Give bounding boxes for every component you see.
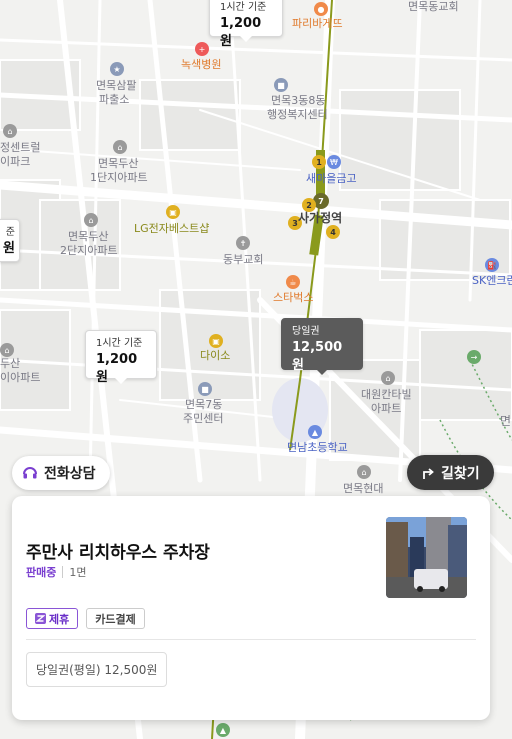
map-label: 2단지아파트 [60, 244, 118, 257]
apartment-poi-icon[interactable]: ⌂ [0, 343, 14, 357]
directions-label: 길찾기 [441, 465, 480, 482]
divider [62, 566, 64, 578]
map-label: 면목7동 [185, 398, 223, 411]
apartment-poi-icon[interactable]: ⌂ [3, 124, 17, 138]
pin-duration: 당일권 [292, 326, 320, 337]
apartment-poi-icon[interactable]: ⌂ [357, 465, 371, 479]
church-poi-icon[interactable]: ✝ [236, 236, 250, 250]
space-count: 1면 [69, 566, 87, 579]
apartment-poi-icon[interactable]: ⌂ [113, 140, 127, 154]
subway-line-badge: 4 [326, 225, 340, 239]
price-option[interactable]: 당일권(평일) 12,500원 [26, 652, 168, 687]
headset-icon [23, 467, 37, 479]
map-label: 면목동교회 [408, 0, 459, 13]
map-label: 면 [500, 414, 512, 428]
pin-duration: 1시간 기준 [96, 338, 143, 349]
price-pin[interactable]: 1시간 기준 1,200원 [85, 330, 157, 385]
mountain-poi-icon[interactable]: ▲ [216, 723, 230, 737]
gas-station-poi-icon[interactable]: ⛽ [485, 258, 499, 272]
map-label: 새마을금고 [306, 172, 357, 185]
map-label: 이파크 [0, 155, 31, 168]
police-poi-icon[interactable]: ★ [110, 62, 124, 76]
parking-lot-photo[interactable] [386, 517, 467, 598]
phone-consult-label: 전화상담 [44, 466, 96, 482]
map-label: LG전자베스트샵 [134, 222, 210, 235]
bank-poi-icon[interactable]: ₩ [327, 155, 341, 169]
map-label: 다이소 [200, 349, 231, 362]
card-divider [26, 639, 476, 640]
map-label: 파출소 [99, 93, 130, 106]
phone-consult-button[interactable]: 전화상담 [12, 456, 110, 490]
map-label: 면목삼팔 [96, 79, 137, 92]
hospital-poi-icon[interactable]: + [195, 42, 209, 56]
map-label: 파리바게뜨 [292, 17, 343, 30]
bakery-poi-icon[interactable]: ● [314, 2, 328, 16]
station-label: 사가정역 [298, 211, 343, 225]
map-label: 두산 [0, 357, 21, 370]
z-logo-icon [35, 613, 46, 624]
map-label: 정센트럴 [0, 141, 41, 154]
price-pin[interactable]: 준 원 [0, 219, 20, 262]
street-photo-image [386, 517, 467, 598]
parking-lot-card[interactable]: 주만사 리치하우스 주차장 판매중 1면 제휴 카드결제 당일권(평일) 12,… [12, 496, 490, 720]
pin-duration: 1시간 기준 [220, 2, 267, 13]
sale-status: 판매중 [26, 566, 57, 579]
pin-price: 원 [3, 241, 15, 256]
map-label: 1단지아파트 [90, 171, 148, 184]
pin-duration: 준 [5, 227, 15, 238]
cafe-poi-icon[interactable]: ☕ [286, 275, 300, 289]
map-label: 면남초등학교 [287, 441, 348, 454]
price-pin[interactable]: 1시간 기준 1,200원 [209, 0, 283, 49]
selected-price-pin[interactable]: 당일권 12,500원 [281, 318, 363, 375]
map-label: 면목두산 [68, 230, 109, 243]
office-poi-icon[interactable]: ■ [198, 382, 212, 396]
turn-right-arrow-icon [423, 467, 434, 479]
office-poi-icon[interactable]: ■ [274, 78, 288, 92]
map-label: 면목3동8동 [271, 94, 326, 107]
card-payment-tag: 카드결제 [86, 608, 145, 629]
partner-tag: 제휴 [26, 608, 79, 629]
parking-lot-name: 주만사 리치하우스 주차장 [26, 543, 210, 563]
park-entrance-icon[interactable]: → [467, 350, 481, 364]
shop-poi-icon[interactable]: ▣ [209, 334, 223, 348]
map-label: 주민센터 [183, 412, 224, 425]
pin-price: 1,200원 [220, 16, 262, 49]
map-label: SK엔크린 [472, 274, 512, 287]
map-label: 행정복지센터 [267, 108, 328, 121]
apartment-poi-icon[interactable]: ⌂ [381, 371, 395, 385]
map-label: 녹색병원 [181, 58, 222, 71]
map-label: 동부교회 [223, 253, 264, 266]
subway-line-badge: 1 [312, 155, 326, 169]
map-label: 이아파트 [0, 371, 41, 384]
feature-tags: 제휴 카드결제 [26, 608, 145, 629]
map-label: 스타벅스 [273, 291, 314, 304]
map-label: 아파트 [371, 402, 402, 415]
directions-button[interactable]: 길찾기 [407, 455, 494, 490]
parking-lot-meta: 판매중 1면 [26, 564, 87, 580]
partner-tag-label: 제휴 [49, 612, 70, 626]
map-label: 면목현대 [343, 482, 384, 495]
shop-poi-icon[interactable]: ▣ [166, 205, 180, 219]
school-poi-icon[interactable]: ▲ [308, 425, 322, 439]
map-label: 면목두산 [98, 157, 139, 170]
subway-line-badge: 2 [302, 198, 316, 212]
apartment-poi-icon[interactable]: ⌂ [84, 213, 98, 227]
map-label: 대원칸타빌 [361, 388, 412, 401]
